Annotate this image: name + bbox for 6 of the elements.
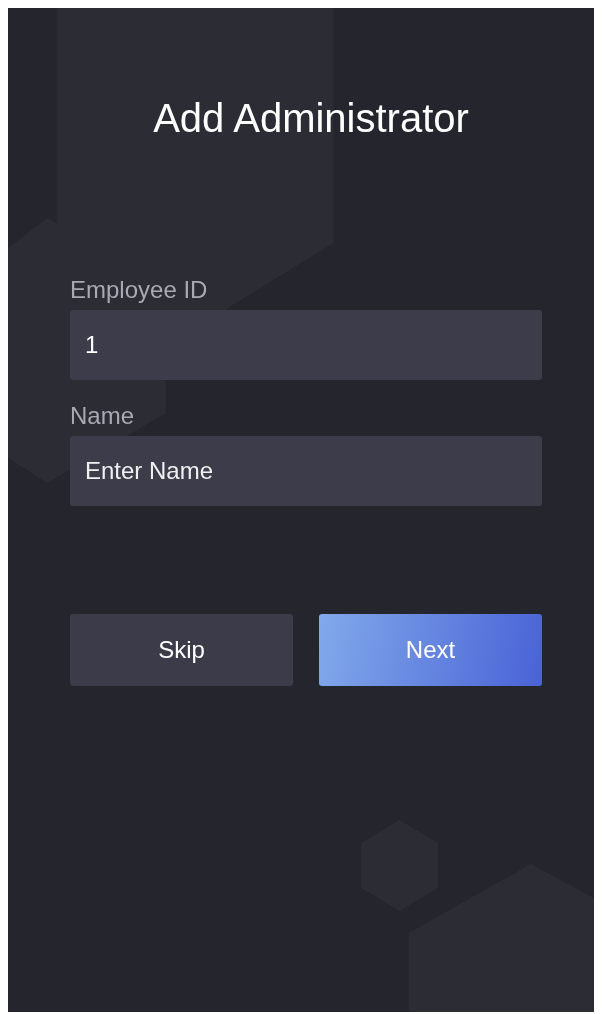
field-label: Name	[70, 401, 135, 431]
input-field[interactable]: Enter Name	[70, 436, 542, 506]
skip-button[interactable]: Skip	[70, 614, 293, 686]
page-title: Add Administrator	[153, 95, 469, 142]
field-label: Employee ID	[70, 275, 208, 305]
input-field[interactable]: 1	[70, 310, 542, 380]
